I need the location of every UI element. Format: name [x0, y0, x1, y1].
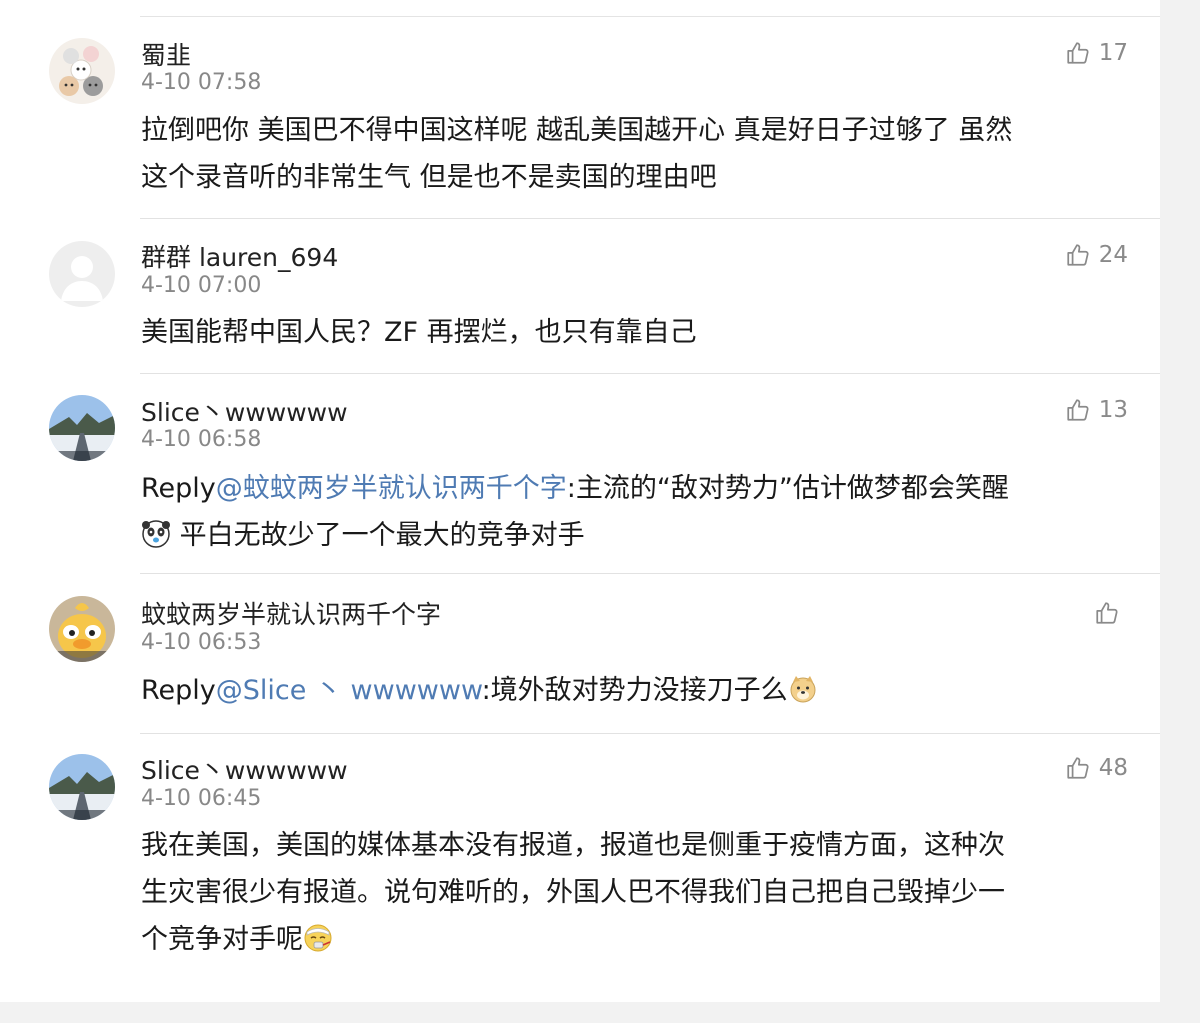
username[interactable]: 群群 lauren_694 [141, 238, 338, 274]
avatar[interactable] [49, 395, 115, 461]
username[interactable]: 蚊蚊两岁半就认识两千个字 [141, 595, 441, 631]
avatar[interactable] [49, 754, 115, 820]
comment-divider [140, 218, 1160, 219]
bottom-gutter [0, 1002, 1200, 1023]
like-count: 48 [1098, 755, 1128, 781]
avatar[interactable] [49, 38, 115, 104]
reply-mention-link[interactable]: @Slice 丶 wwwwww [216, 675, 482, 706]
comment-line: 美国能帮中国人民？ZF 再摆烂，也只有靠自己 [141, 317, 697, 348]
reply-prefix: Reply [141, 675, 216, 706]
sick-face-emoji [304, 924, 332, 952]
username[interactable]: Slice丶wwwwww [141, 751, 348, 787]
like-button[interactable] [1094, 600, 1128, 626]
like-button[interactable]: 24 [1065, 242, 1128, 268]
comment-divider [140, 573, 1160, 574]
like-button[interactable]: 13 [1065, 397, 1128, 423]
comment-line: Reply@Slice 丶 wwwwww:境外敌对势力没接刀子么 [141, 667, 1131, 714]
timestamp: 4-10 06:53 [141, 630, 262, 655]
comment-body: 拉倒吧你 美国巴不得中国这样呢 越乱美国越开心 真是好日子过够了 虽然 这个录音… [141, 107, 1131, 201]
comment-line: 拉倒吧你 美国巴不得中国这样呢 越乱美国越开心 真是好日子过够了 虽然 [141, 115, 1013, 146]
doge-emoji [790, 676, 816, 703]
thumbs-up-icon [1067, 399, 1089, 421]
timestamp: 4-10 06:58 [141, 427, 262, 452]
comment-body: Reply@Slice 丶 wwwwww:境外敌对势力没接刀子么 [141, 667, 1131, 714]
like-count: 17 [1098, 40, 1128, 66]
comment-body: 我在美国，美国的媒体基本没有报道，报道也是侧重于疫情方面，这种次 生灾害很少有报… [141, 822, 1131, 963]
top-divider [140, 16, 1160, 17]
comment-body: 美国能帮中国人民？ZF 再摆烂，也只有靠自己 [141, 309, 1131, 356]
panda-face-emoji [142, 520, 170, 548]
comment-body: Reply@蚊蚊两岁半就认识两千个字:主流的“敌对势力”估计做梦都会笑醒 平白无… [141, 465, 1131, 559]
like-button[interactable]: 17 [1065, 40, 1128, 66]
comment-line: 平白无故少了一个最大的竞争对手 [141, 512, 1131, 559]
thumbs-up-icon [1067, 42, 1089, 64]
comment-divider [140, 373, 1160, 374]
comment-line: 生灾害很少有报道。说句难听的，外国人巴不得我们自己把自己毁掉少一 [141, 877, 1005, 908]
timestamp: 4-10 07:00 [141, 273, 262, 298]
thumbs-up-icon [1067, 244, 1089, 266]
comment-divider [140, 733, 1160, 734]
avatar[interactable] [49, 596, 115, 662]
reply-text: :主流的“敌对势力”估计做梦都会笑醒 [566, 473, 1009, 504]
reply-mention-link[interactable]: @蚊蚊两岁半就认识两千个字 [216, 473, 567, 504]
thumbs-up-icon [1096, 602, 1118, 624]
comment-text: 个竞争对手呢 [141, 924, 303, 955]
comment-line: Reply@蚊蚊两岁半就认识两千个字:主流的“敌对势力”估计做梦都会笑醒 [141, 465, 1131, 512]
timestamp: 4-10 06:45 [141, 786, 262, 811]
avatar[interactable] [49, 241, 115, 307]
like-count: 13 [1098, 397, 1128, 423]
like-button[interactable]: 48 [1065, 755, 1128, 781]
comment-line: 这个录音听的非常生气 但是也不是卖国的理由吧 [141, 162, 717, 193]
reply-prefix: Reply [141, 473, 216, 504]
like-count: 24 [1098, 242, 1128, 268]
comment-list: 蜀韭 4-10 07:58 17 拉倒吧你 美国巴不得中国这样呢 越乱美国越开心… [0, 0, 1160, 1002]
comment-line: 个竞争对手呢 [141, 916, 1131, 963]
reply-text: :境外敌对势力没接刀子么 [481, 675, 788, 706]
thumbs-up-icon [1067, 757, 1089, 779]
username[interactable]: Slice丶wwwwww [141, 393, 348, 429]
reply-text: 平白无故少了一个最大的竞争对手 [171, 520, 585, 551]
comment-line: 我在美国，美国的媒体基本没有报道，报道也是侧重于疫情方面，这种次 [141, 830, 1005, 861]
username[interactable]: 蜀韭 [141, 36, 191, 72]
timestamp: 4-10 07:58 [141, 70, 262, 95]
